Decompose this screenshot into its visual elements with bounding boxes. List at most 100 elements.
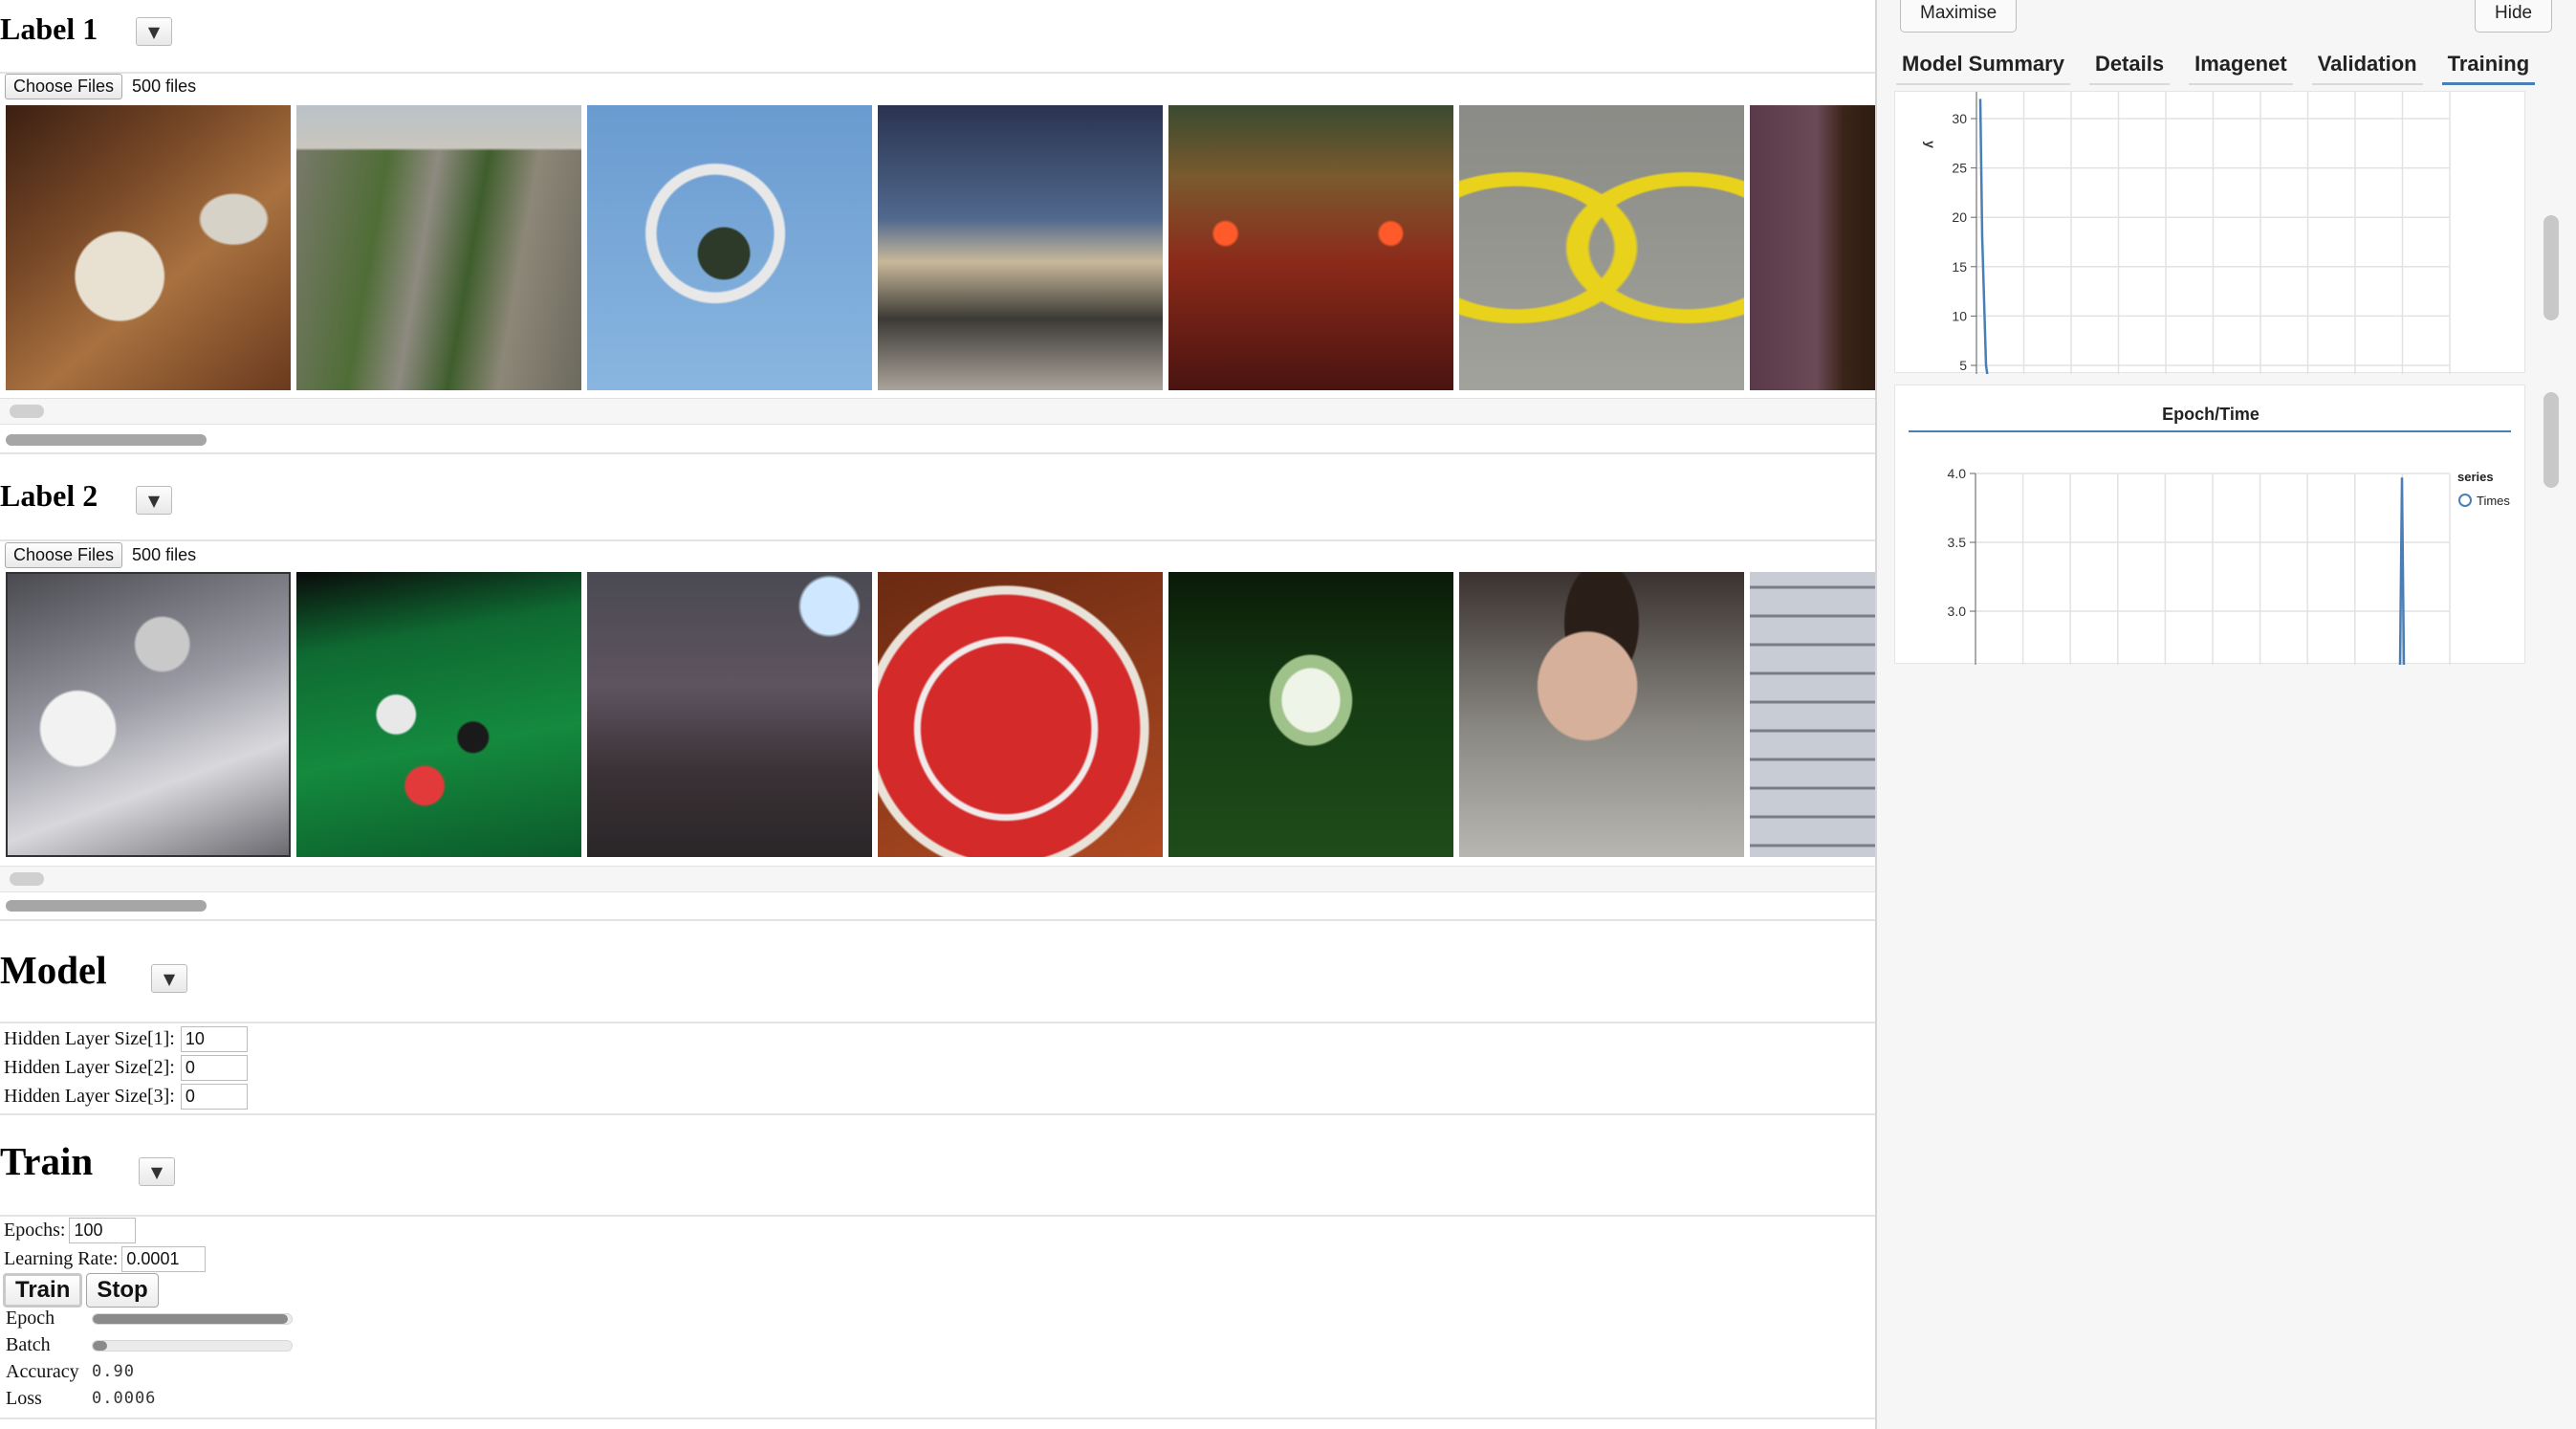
label1-title: Label 1 (0, 11, 98, 46)
hide-button[interactable]: Hide (2475, 0, 2553, 33)
batch-progress-bar (92, 1340, 293, 1352)
tab-imagenet[interactable]: Imagenet (2189, 46, 2293, 85)
label1-strip-scrollbar[interactable] (0, 398, 1875, 425)
scroll-nub[interactable] (10, 872, 44, 886)
train-header: Train (0, 1138, 93, 1184)
accuracy-label: Accuracy (6, 1361, 79, 1382)
hidden-layer-1-label: Hidden Layer Size[1]: (4, 1028, 175, 1049)
hidden-layer-2-input[interactable] (180, 1055, 248, 1081)
learning-rate-label: Learning Rate: (4, 1248, 119, 1269)
model-title: Model (0, 948, 107, 992)
tab-details[interactable]: Details (2088, 46, 2171, 85)
chevron-down-icon: ▼ (147, 491, 161, 510)
legend-title: series (2457, 470, 2494, 484)
divider (0, 919, 1875, 921)
divider (0, 452, 1875, 454)
thumb-paris-avenue (296, 105, 581, 390)
epochs-row: Epochs: (4, 1218, 137, 1243)
accuracy-value: 0.90 (92, 1362, 135, 1381)
thumb-red-chip (878, 572, 1163, 857)
scroll-nub[interactable] (10, 405, 44, 418)
y-axis-label: y (1923, 141, 1938, 148)
panel-scrollbar[interactable] (2543, 392, 2559, 488)
learning-rate-row: Learning Rate: (4, 1246, 207, 1272)
hidden-layer-3-label: Hidden Layer Size[3]: (4, 1086, 175, 1107)
label2-hscroll-thumb[interactable] (6, 900, 207, 912)
thumb-white-flower (1168, 572, 1453, 857)
divider (0, 1022, 1875, 1023)
chevron-down-icon: ▼ (147, 22, 161, 41)
divider (0, 1113, 1875, 1115)
train-collapse-button[interactable]: ▼ (139, 1157, 175, 1186)
epoch-progress-label: Epoch (6, 1308, 55, 1329)
chart-title: Epoch/Time (2162, 405, 2259, 424)
divider (0, 1215, 1875, 1217)
chevron-down-icon: ▼ (163, 969, 176, 988)
tab-training[interactable]: Training (2441, 46, 2536, 85)
hidden-layer-2-row: Hidden Layer Size[2]: (4, 1055, 248, 1081)
thumb-person-partial (1750, 105, 1875, 390)
stop-button[interactable]: Stop (86, 1273, 159, 1308)
label2-collapse-button[interactable]: ▼ (136, 486, 172, 515)
y-tick-label: 20 (1952, 209, 1967, 225)
label2-header: Label 2 (0, 478, 98, 514)
learning-rate-input[interactable] (121, 1246, 207, 1272)
hidden-layer-3-row: Hidden Layer Size[3]: (4, 1084, 248, 1110)
label2-choose-files-button[interactable]: Choose Files (5, 542, 123, 568)
train-controls: Train Stop (3, 1273, 159, 1308)
hidden-layer-3-input[interactable] (180, 1084, 248, 1110)
thumb-man-with-dog (6, 572, 291, 857)
thumb-laughing-man (1459, 572, 1744, 857)
batch-progress-fill (93, 1341, 107, 1351)
tab-validation[interactable]: Validation (2311, 46, 2423, 85)
visor-panel: Maximise Hide Model Summary Details Imag… (1875, 0, 2576, 1429)
visor-tabs: Model Summary Details Imagenet Validatio… (1896, 46, 2536, 85)
chevron-down-icon: ▼ (150, 1162, 164, 1181)
hidden-layer-1-input[interactable] (180, 1026, 248, 1052)
y-tick-label: 30 (1952, 111, 1967, 126)
divider (0, 1418, 1875, 1419)
tab-model-summary[interactable]: Model Summary (1896, 46, 2070, 85)
loss-value: 0.0006 (92, 1389, 157, 1408)
hidden-layer-2-label: Hidden Layer Size[2]: (4, 1057, 175, 1078)
maximise-button[interactable]: Maximise (1900, 0, 2018, 33)
label1-hscroll-thumb[interactable] (6, 434, 207, 446)
y-tick-label: 15 (1952, 259, 1967, 275)
model-collapse-button[interactable]: ▼ (151, 964, 187, 993)
y-tick-label: 25 (1952, 161, 1967, 176)
label1-image-strip[interactable] (6, 105, 1875, 390)
label2-image-strip[interactable] (6, 572, 1875, 857)
thumb-coffee-cup (6, 105, 291, 390)
y-tick-label: 4.0 (1948, 466, 1967, 481)
epochs-input[interactable] (69, 1218, 137, 1243)
thumb-poker-chips (296, 572, 581, 857)
label2-file-count: 500 files (132, 545, 197, 564)
epochs-label: Epochs: (4, 1220, 66, 1241)
thumb-menu-partial (1750, 572, 1875, 857)
panel-scrollbar[interactable] (2543, 215, 2559, 320)
thumb-living-room (587, 572, 872, 857)
label1-choose-files-button[interactable]: Choose Files (5, 74, 123, 99)
thumb-hexagon-panorama (878, 105, 1163, 390)
y-tick-label: 3.0 (1948, 604, 1967, 619)
label2-strip-scrollbar[interactable] (0, 866, 1875, 892)
train-button[interactable]: Train (3, 1273, 83, 1308)
label2-file-picker: Choose Files 500 files (5, 542, 196, 568)
label1-file-count: 500 files (132, 77, 197, 96)
batch-progress-label: Batch (6, 1334, 51, 1355)
epoch-time-chart: Epoch/Time 3.0 3.5 4.0 series Times (1909, 405, 2511, 666)
epoch-progress-bar (92, 1313, 293, 1325)
label1-file-picker: Choose Files 500 files (5, 74, 196, 99)
epoch-progress-fill (93, 1314, 288, 1324)
label1-collapse-button[interactable]: ▼ (136, 17, 172, 46)
model-header: Model (0, 947, 107, 993)
loss-chart-panel: 5 10 15 20 25 30 y (1894, 91, 2525, 380)
series-line (1978, 99, 1990, 380)
y-tick-label: 5 (1959, 358, 1967, 373)
divider (0, 72, 1875, 74)
train-title: Train (0, 1139, 94, 1183)
thumb-tiny-planet (587, 105, 872, 390)
left-pane: Label 1 ▼ Choose Files 500 files Label 2… (0, 0, 1875, 1429)
label1-header: Label 1 (0, 11, 98, 47)
thumb-carousel (1168, 105, 1453, 390)
